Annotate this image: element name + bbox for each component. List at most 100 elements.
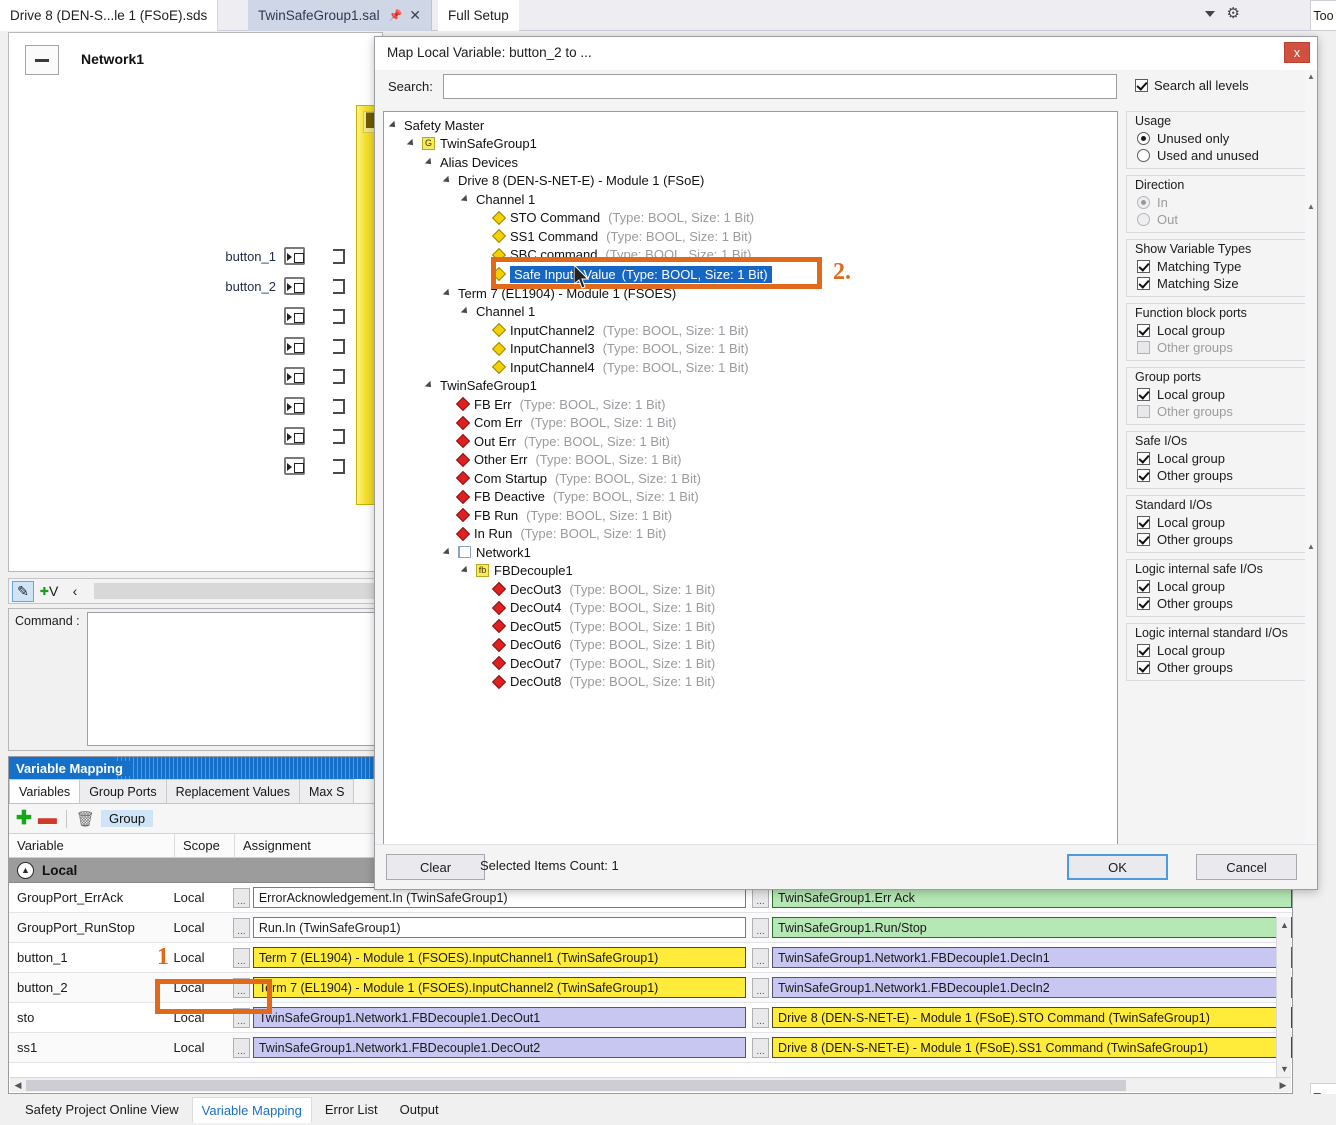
checkbox-safeios-other-groups[interactable]: Other groups	[1127, 467, 1310, 484]
scroll-right-icon[interactable]: ▶	[1276, 1079, 1290, 1092]
browse-right-button[interactable]: ...	[752, 948, 769, 968]
input-port-icon[interactable]	[284, 457, 305, 475]
tree-item-sbc-command[interactable]: SBC command (Type: BOOL, Size: 1 Bit)	[390, 246, 1117, 265]
tree-item-safety-master[interactable]: Safety Master	[390, 116, 1117, 135]
tree-item-fb-err[interactable]: FB Err (Type: BOOL, Size: 1 Bit)	[390, 395, 1117, 414]
toolbox-tab-top[interactable]: Too	[1310, 0, 1336, 31]
gear-icon[interactable]: ⚙	[1227, 6, 1240, 21]
cancel-button[interactable]: Cancel	[1196, 854, 1297, 880]
add-icon[interactable]: ✚	[16, 809, 32, 828]
tree-item-inputchannel4[interactable]: InputChannel4 (Type: BOOL, Size: 1 Bit)	[390, 358, 1117, 377]
expander-icon[interactable]	[390, 120, 401, 131]
tree-item-sto-command[interactable]: STO Command (Type: BOOL, Size: 1 Bit)	[390, 209, 1117, 228]
document-tab-twinsafegroup1[interactable]: TwinSafeGroup1.sal 📌 ✕	[248, 0, 432, 31]
browse-left-button[interactable]: ...	[233, 948, 250, 968]
input-port-icon[interactable]	[284, 427, 305, 445]
input-port-icon[interactable]	[284, 307, 305, 325]
column-header-variable[interactable]: Variable	[9, 834, 175, 858]
input-port-icon[interactable]	[284, 367, 305, 385]
cell-right-assignment[interactable]: TwinSafeGroup1.Err Ack	[772, 887, 1292, 908]
search-input[interactable]	[443, 74, 1117, 99]
tree-item-drive8-module1[interactable]: Drive 8 (DEN-S-NET-E) - Module 1 (FSoE)	[390, 172, 1117, 191]
tree-item-safe-inputs-value[interactable]: Safe Inputs Value (Type: BOOL, Size: 1 B…	[390, 264, 1117, 284]
port-row-button2[interactable]: button_2	[181, 277, 345, 295]
checkbox-logicstd-local-group[interactable]: Local group	[1127, 642, 1310, 659]
checkbox-icon[interactable]	[1137, 277, 1150, 290]
browse-right-button[interactable]: ...	[752, 1038, 769, 1058]
tree-item-decout8[interactable]: DecOut8 (Type: BOOL, Size: 1 Bit)	[390, 673, 1117, 692]
tree-item-decout3[interactable]: DecOut3 (Type: BOOL, Size: 1 Bit)	[390, 580, 1117, 599]
port-row-3[interactable]	[181, 307, 345, 325]
close-icon[interactable]: ✕	[409, 7, 421, 24]
browse-right-button[interactable]: ...	[752, 918, 769, 938]
expander-icon[interactable]	[426, 380, 437, 391]
checkbox-icon[interactable]	[1137, 597, 1150, 610]
tab-replacement-values[interactable]: Replacement Values	[166, 779, 300, 803]
clear-button[interactable]: Clear	[386, 854, 485, 880]
port-row-6[interactable]	[181, 397, 345, 415]
network-editor-canvas[interactable]: Network1 ████ button_1 button_2	[8, 32, 383, 572]
checkbox-icon[interactable]	[1137, 580, 1150, 593]
tree-item-in-run[interactable]: In Run (Type: BOOL, Size: 1 Bit)	[390, 525, 1117, 544]
browse-left-button[interactable]: ...	[233, 1038, 250, 1058]
chevron-down-icon[interactable]	[1205, 11, 1215, 17]
tree-item-twinsafegroup1-vars[interactable]: TwinSafeGroup1	[390, 377, 1117, 396]
cell-left-assignment[interactable]: Run.In (TwinSafeGroup1)	[253, 917, 746, 938]
tab-variables[interactable]: Variables	[9, 779, 80, 803]
add-variable-icon[interactable]: ✚V	[38, 581, 60, 602]
checkbox-logicsafe-other-groups[interactable]: Other groups	[1127, 595, 1310, 612]
scroll-up-icon[interactable]: ▲	[1278, 918, 1291, 932]
tree-item-network1[interactable]: Network1	[390, 543, 1117, 562]
expander-icon[interactable]	[444, 175, 455, 186]
tree-item-fbdecouple1[interactable]: fb FBDecouple1	[390, 562, 1117, 581]
radio-unused-only[interactable]: Unused only	[1127, 130, 1310, 147]
document-tab-full-setup[interactable]: Full Setup	[438, 0, 519, 31]
chevron-left-icon[interactable]: ‹	[64, 581, 86, 602]
tree-item-fb-deactive[interactable]: FB Deactive (Type: BOOL, Size: 1 Bit)	[390, 488, 1117, 507]
tree-item-twinsafegroup1[interactable]: G TwinSafeGroup1	[390, 135, 1117, 154]
input-port-icon[interactable]	[284, 397, 305, 415]
tree-item-decout5[interactable]: DecOut5 (Type: BOOL, Size: 1 Bit)	[390, 617, 1117, 636]
port-row-button1[interactable]: button_1	[181, 247, 345, 265]
port-row-8[interactable]	[181, 457, 345, 475]
trash-icon[interactable]: 🗑	[76, 810, 95, 828]
checkbox-stdios-other-groups[interactable]: Other groups	[1127, 531, 1310, 548]
table-row[interactable]: sto Local ... TwinSafeGroup1.Network1.FB…	[9, 1003, 1292, 1033]
variable-mapping-vertical-scrollbar[interactable]: ▲ ▼	[1276, 917, 1291, 1077]
document-tab-drive8[interactable]: Drive 8 (DEN-S...le 1 (FSoE).sds	[0, 0, 218, 31]
tree-item-channel1-drive[interactable]: Channel 1	[390, 190, 1117, 209]
table-row[interactable]: button_2 Local ... Term 7 (EL1904) - Mod…	[9, 973, 1292, 1003]
cell-left-assignment[interactable]: TwinSafeGroup1.Network1.FBDecouple1.DecO…	[253, 1007, 746, 1028]
tree-item-inputchannel3[interactable]: InputChannel3 (Type: BOOL, Size: 1 Bit)	[390, 340, 1117, 359]
checkbox-icon[interactable]	[1137, 452, 1150, 465]
tree-item-decout7[interactable]: DecOut7 (Type: BOOL, Size: 1 Bit)	[390, 654, 1117, 673]
checkbox-icon[interactable]	[1137, 533, 1150, 546]
bottom-tab-error-list[interactable]: Error List	[316, 1097, 387, 1122]
checkbox-icon[interactable]	[1137, 260, 1150, 273]
checkbox-icon[interactable]	[1137, 324, 1150, 337]
radio-icon[interactable]	[1137, 149, 1150, 162]
expander-icon[interactable]	[408, 138, 419, 149]
checkbox-icon[interactable]	[1137, 469, 1150, 482]
radio-icon[interactable]	[1137, 132, 1150, 145]
port-row-5[interactable]	[181, 367, 345, 385]
tree-item-alias-devices[interactable]: Alias Devices	[390, 153, 1117, 172]
group-button[interactable]: Group	[101, 810, 153, 827]
variable-tree[interactable]: Safety Master G TwinSafeGroup1 Alias Dev…	[383, 111, 1118, 876]
scroll-up-icon[interactable]: ▲	[1305, 70, 1317, 83]
checkbox-stdios-local-group[interactable]: Local group	[1127, 514, 1310, 531]
browse-right-button[interactable]: ...	[752, 888, 769, 908]
cell-right-assignment[interactable]: Drive 8 (DEN-S-NET-E) - Module 1 (FSoE).…	[772, 1007, 1292, 1028]
expander-icon[interactable]	[426, 157, 437, 168]
input-port-icon[interactable]	[284, 247, 305, 265]
checkbox-icon[interactable]	[1137, 644, 1150, 657]
browse-left-button[interactable]: ...	[233, 978, 250, 998]
cell-right-assignment[interactable]: Drive 8 (DEN-S-NET-E) - Module 1 (FSoE).…	[772, 1037, 1292, 1058]
scroll-down-icon[interactable]: ▼	[1278, 1062, 1291, 1076]
browse-left-button[interactable]: ...	[233, 888, 250, 908]
tree-item-other-err[interactable]: Other Err (Type: BOOL, Size: 1 Bit)	[390, 451, 1117, 470]
cell-left-assignment[interactable]: TwinSafeGroup1.Network1.FBDecouple1.DecO…	[253, 1037, 746, 1058]
checkbox-groupports-local-group[interactable]: Local group	[1127, 386, 1310, 403]
expander-icon[interactable]	[462, 194, 473, 205]
tree-item-channel1-term[interactable]: Channel 1	[390, 303, 1117, 322]
